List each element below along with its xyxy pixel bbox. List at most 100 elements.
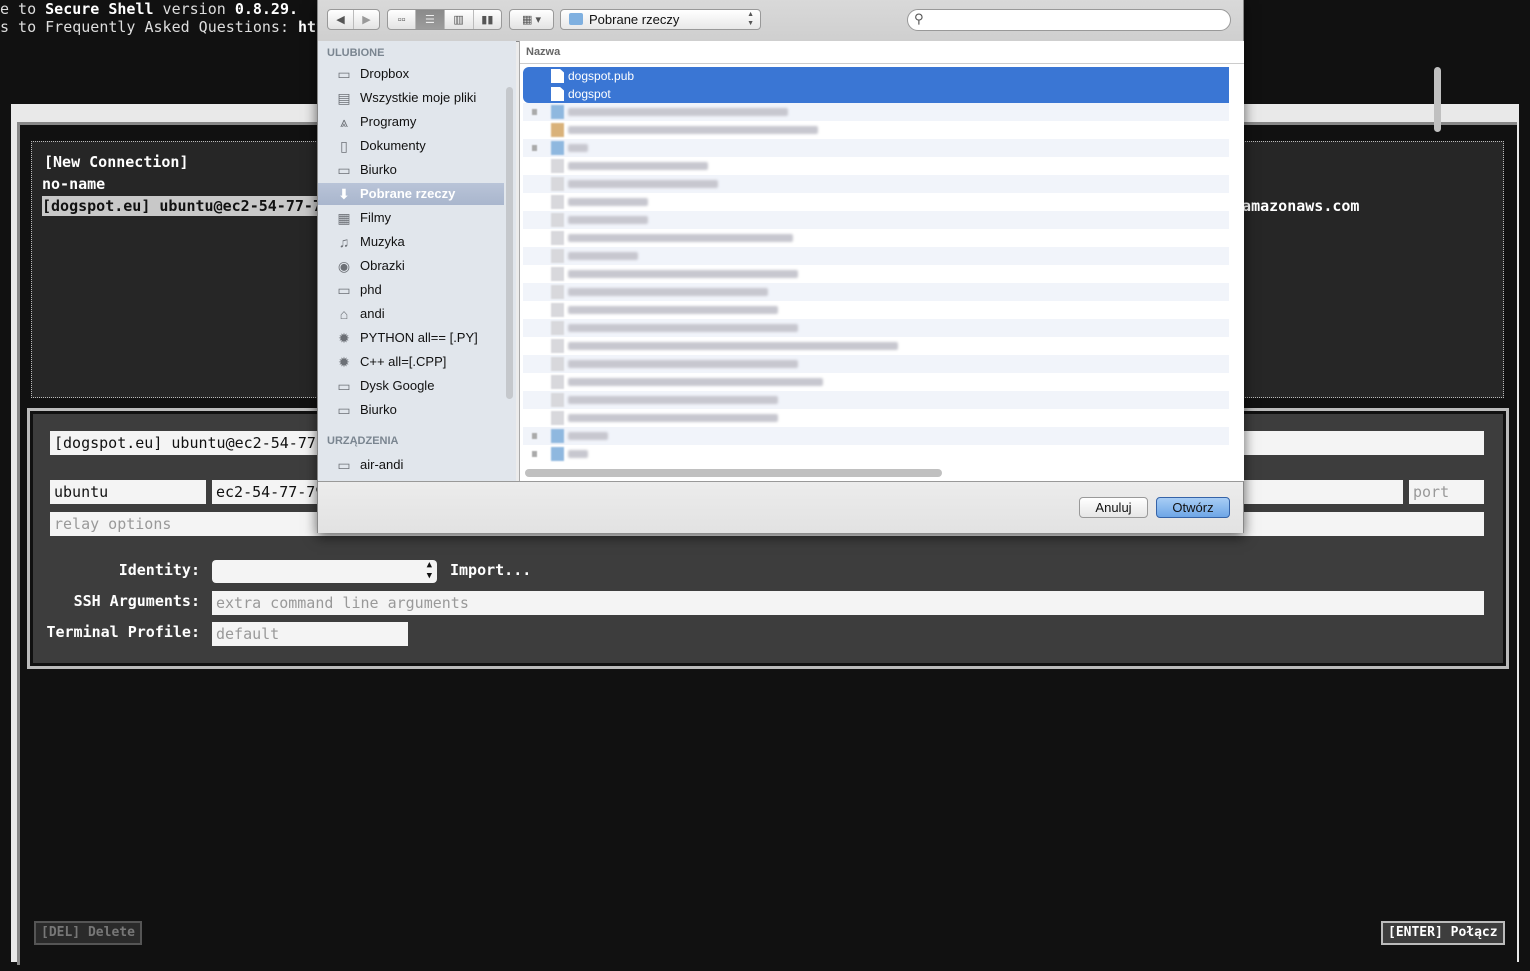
- file-row-blurred[interactable]: [523, 427, 1229, 445]
- blurred-file-name: [568, 126, 818, 134]
- open-button[interactable]: Otwórz: [1156, 497, 1230, 518]
- file-row-blurred[interactable]: [523, 373, 1229, 391]
- file-row-blurred[interactable]: [523, 121, 1229, 139]
- downloads-icon: ⬇: [338, 186, 350, 202]
- downloads-folder-icon: [569, 13, 583, 25]
- file-row-blurred[interactable]: [523, 409, 1229, 427]
- port-input[interactable]: port: [1409, 480, 1484, 504]
- sidebar-item-phd[interactable]: ▭ phd: [318, 279, 504, 301]
- version-number: 0.8.29.: [234, 0, 299, 18]
- blurred-file-name: [568, 198, 648, 206]
- connection-item-dogspot-suffix[interactable]: e.amazonaws.com: [1224, 196, 1359, 216]
- username-input[interactable]: ubuntu: [50, 480, 206, 504]
- sidebar-item-filmy[interactable]: ▦ Filmy: [318, 207, 504, 229]
- delete-button[interactable]: [DEL] Delete: [34, 921, 142, 945]
- blurred-file-name: [568, 360, 798, 368]
- icon-view-button[interactable]: ▫▫: [388, 10, 417, 29]
- coverflow-view-button[interactable]: ▮▮: [474, 10, 501, 29]
- file-list-horizontal-scrollbar[interactable]: [525, 469, 942, 477]
- sidebar-item-biurko[interactable]: ▭ Biurko: [318, 399, 504, 421]
- file-row-blurred[interactable]: [523, 211, 1229, 229]
- sidebar-item-c-all-cpp[interactable]: ✹ C++ all=[.CPP]: [318, 351, 504, 373]
- file-row-blurred[interactable]: [523, 319, 1229, 337]
- sidebar-item-dokumenty[interactable]: ▯ Dokumenty: [318, 135, 504, 157]
- file-row-blurred[interactable]: [523, 157, 1229, 175]
- file-row-blurred[interactable]: [523, 247, 1229, 265]
- file-row[interactable]: dogspot.pub: [523, 67, 1229, 85]
- connection-item-dogspot[interactable]: [dogspot.eu] ubuntu@ec2-54-77-7: [42, 196, 322, 216]
- file-row-blurred[interactable]: [523, 337, 1229, 355]
- sidebar-item-python-all-py[interactable]: ✹ PYTHON all== [.PY]: [318, 327, 504, 349]
- file-icon: [551, 159, 564, 173]
- list-view-button[interactable]: ☰: [416, 10, 445, 29]
- file-row-blurred[interactable]: [523, 103, 1229, 121]
- column-header-name[interactable]: Nazwa: [520, 41, 1244, 64]
- blurred-file-name: [568, 144, 588, 152]
- arrange-button[interactable]: ▦ ▾: [509, 9, 554, 30]
- sidebar-item-pobrane-rzeczy[interactable]: ⬇ Pobrane rzeczy: [318, 183, 504, 205]
- blurred-file-name: [568, 216, 648, 224]
- movies-icon: ▦: [337, 210, 351, 226]
- column-view-button[interactable]: ▥: [445, 10, 474, 29]
- location-label: Pobrane rzeczy: [589, 12, 680, 27]
- connection-item-no-name[interactable]: no-name: [42, 174, 105, 194]
- location-popup[interactable]: Pobrane rzeczy ▲ ▼: [560, 9, 761, 30]
- sidebar-item-andi[interactable]: ⌂ andi: [318, 303, 504, 325]
- file-row-blurred[interactable]: [523, 139, 1229, 157]
- file-row[interactable]: dogspot: [523, 85, 1229, 103]
- identity-select[interactable]: dogspot ▲▼: [212, 560, 437, 583]
- file-row-blurred[interactable]: [523, 175, 1229, 193]
- file-row-blurred[interactable]: [523, 193, 1229, 211]
- sidebar-item-label: Muzyka: [360, 234, 405, 249]
- sidebar-item-dropbox[interactable]: ▭ Dropbox: [318, 63, 504, 85]
- connection-item-new[interactable]: [New Connection]: [44, 152, 189, 172]
- faq-text: s to Frequently Asked Questions:: [0, 18, 299, 36]
- back-button[interactable]: ◀: [328, 10, 354, 29]
- sidebar-item-wszystkie-moje-pliki[interactable]: ▤ Wszystkie moje pliki: [318, 87, 504, 109]
- import-button[interactable]: Import...: [450, 561, 531, 579]
- file-icon: [551, 321, 564, 335]
- file-name: dogspot.pub: [568, 69, 635, 83]
- file-icon: [551, 249, 564, 263]
- ssh-arguments-label: SSH Arguments:: [73, 592, 200, 610]
- columns-icon: ▥: [453, 14, 464, 26]
- sidebar-item-muzyka[interactable]: ♫ Muzyka: [318, 231, 504, 253]
- blurred-file-name: [568, 414, 778, 422]
- file-row-blurred[interactable]: [523, 301, 1229, 319]
- ssh-arguments-input[interactable]: extra command line arguments: [212, 591, 1484, 615]
- forward-button[interactable]: ▶: [354, 10, 379, 29]
- file-icon: [551, 411, 564, 425]
- search-field[interactable]: ⚲: [907, 9, 1231, 31]
- favorites-header: ULUBIONE: [327, 47, 385, 59]
- folder-icon: [551, 429, 564, 443]
- file-row-blurred[interactable]: [523, 445, 1229, 463]
- terminal-profile-input[interactable]: default: [212, 622, 408, 646]
- file-row-blurred[interactable]: [523, 355, 1229, 373]
- sidebar-item-label: Filmy: [360, 210, 392, 225]
- disclosure-triangle-icon[interactable]: [532, 451, 537, 457]
- file-open-dialog: ◀ ▶ ▫▫ ☰ ▥ ▮▮ ▦ ▾ Pobrane rzeczy ▲ ▼ ⚲ UL…: [317, 0, 1441, 533]
- sidebar-item-dysk-google[interactable]: ▭ Dysk Google: [318, 375, 504, 397]
- file-row-blurred[interactable]: [523, 283, 1229, 301]
- file-row-blurred[interactable]: [523, 265, 1229, 283]
- file-list-vertical-scrollbar[interactable]: [1434, 67, 1441, 132]
- cancel-button[interactable]: Anuluj: [1079, 497, 1148, 518]
- sidebar-item-programy[interactable]: ⩓ Programy: [318, 111, 504, 133]
- connect-button[interactable]: [ENTER] Połącz: [1381, 921, 1505, 945]
- dialog-toolbar: ◀ ▶ ▫▫ ☰ ▥ ▮▮ ▦ ▾ Pobrane rzeczy ▲ ▼ ⚲: [318, 0, 1243, 42]
- disclosure-triangle-icon[interactable]: [532, 109, 537, 115]
- disclosure-triangle-icon[interactable]: [532, 433, 537, 439]
- file-icon: [551, 213, 564, 227]
- sidebar-scrollbar[interactable]: [506, 87, 513, 399]
- sidebar-item-biurko[interactable]: ▭ Biurko: [318, 159, 504, 181]
- file-row-blurred[interactable]: [523, 229, 1229, 247]
- sidebar-device-air-andi[interactable]: ▭ air-andi: [318, 454, 504, 476]
- file-icon: [551, 177, 564, 191]
- blurred-file-name: [568, 342, 898, 350]
- select-arrows-icon: ▲ ▼: [426, 560, 432, 581]
- sidebar-item-label: Dysk Google: [360, 378, 435, 393]
- file-row-blurred[interactable]: [523, 391, 1229, 409]
- sidebar-item-obrazki[interactable]: ◉ Obrazki: [318, 255, 504, 277]
- disclosure-triangle-icon[interactable]: [532, 145, 537, 151]
- sidebar-item-label: Wszystkie moje pliki: [360, 90, 477, 105]
